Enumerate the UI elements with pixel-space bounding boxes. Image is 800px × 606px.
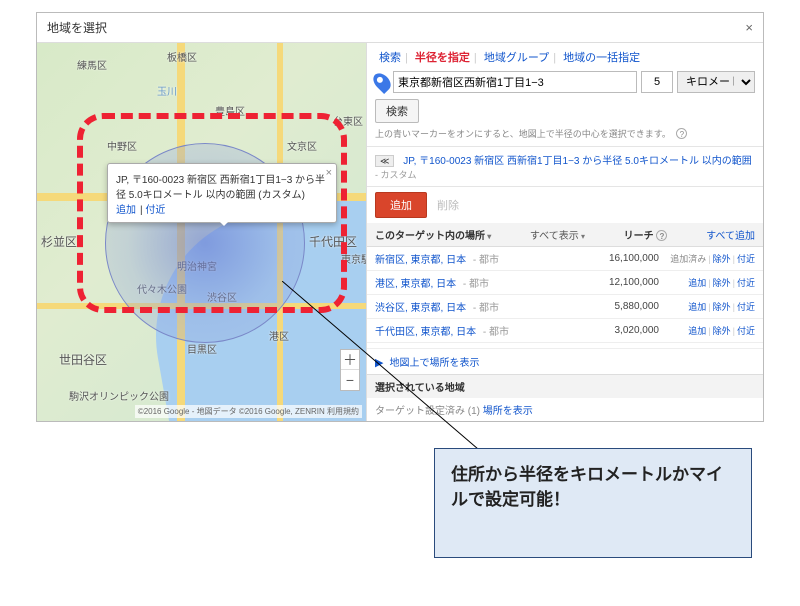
range-sub: - カスタム (375, 168, 755, 181)
row-ops: 追加済み|除外|付近 (659, 252, 755, 265)
row-exclude-link[interactable]: 除外 (713, 278, 731, 288)
selected-header: 選択されている地域 (367, 374, 763, 398)
bubble-close-icon[interactable]: × (326, 167, 332, 179)
row-add-link[interactable]: 追加 (688, 278, 706, 288)
map-attribution: ©2016 Google - 地図データ ©2016 Google, ZENRI… (135, 405, 362, 418)
bubble-nearby-link[interactable]: 付近 (145, 205, 165, 216)
reach-value: 3,020,000 (587, 325, 659, 336)
settings-pane: 検索| 半径を指定| 地域グループ| 地域の一括指定 キロメートル 検索 上の青… (367, 43, 763, 421)
tab-bulk[interactable]: 地域の一括指定 (563, 52, 640, 64)
row-add-link[interactable]: 追加 (688, 326, 706, 336)
row-ops: 追加|除外|付近 (659, 300, 755, 313)
help-icon[interactable]: ? (656, 230, 667, 241)
location-type: - 都市 (470, 303, 499, 314)
close-icon[interactable]: × (745, 20, 753, 35)
show-on-map-row: ▶ 地図上で場所を表示 (367, 348, 763, 374)
listhead-filter[interactable]: すべて表示 (530, 227, 585, 242)
location-list: 新宿区, 東京都, 日本 - 都市 16,100,000追加済み|除外|付近港区,… (367, 247, 763, 348)
triangle-icon: ▶ (375, 357, 383, 369)
reach-value: 12,100,000 (587, 277, 659, 288)
marker-hint: 上の青いマーカーをオンにすると、地図上で半径の中心を選択できます。 ? (367, 127, 763, 146)
map-info-bubble: × JP, 〒160-0023 新宿区 西新宿1丁目1−3 から半径 5.0キロ… (107, 163, 337, 223)
table-row: 千代田区, 東京都, 日本 - 都市 3,020,000追加|除外|付近 (367, 319, 763, 343)
location-name-link[interactable]: 千代田区, 東京都, 日本 (375, 327, 476, 338)
annotation-callout: 住所から半径をキロメートルかマイルで設定可能！ (434, 448, 752, 558)
unit-select[interactable]: キロメートル (677, 71, 755, 93)
added-label: 追加済み (670, 254, 706, 264)
row-add-link[interactable]: 追加 (688, 302, 706, 312)
tab-group[interactable]: 地域グループ (484, 52, 549, 64)
location-dialog: 地域を選択 × 板橋区 練馬区 豊島区 文京区 台東区 中野区 新宿区 杉並区 … (36, 12, 764, 422)
search-button[interactable]: 検索 (375, 99, 419, 123)
mode-tabs: 検索| 半径を指定| 地域グループ| 地域の一括指定 (367, 43, 763, 67)
row-nearby-link[interactable]: 付近 (737, 326, 755, 336)
location-type: - 都市 (480, 327, 509, 338)
address-input[interactable] (393, 71, 637, 93)
row-exclude-link[interactable]: 除外 (713, 254, 731, 264)
help-icon[interactable]: ? (676, 128, 687, 139)
table-row: 新宿区, 東京都, 日本 - 都市 16,100,000追加済み|除外|付近 (367, 247, 763, 271)
list-header: このターゲット内の場所 すべて表示 リーチ ? すべて追加 (367, 223, 763, 247)
row-nearby-link[interactable]: 付近 (737, 302, 755, 312)
zoom-in-button[interactable]: ＋ (341, 350, 359, 370)
dialog-titlebar: 地域を選択 × (37, 13, 763, 43)
selected-row: ターゲット設定済み (1) 場所を表示 (367, 398, 763, 421)
marker-icon[interactable] (370, 70, 394, 94)
table-row: 渋谷区, 東京都, 日本 - 都市 5,880,000追加|除外|付近 (367, 295, 763, 319)
location-name-link[interactable]: 新宿区, 東京都, 日本 (375, 255, 466, 266)
tab-radius[interactable]: 半径を指定 (415, 52, 470, 64)
tab-search[interactable]: 検索 (379, 52, 401, 64)
listhead-reach: リーチ (624, 231, 654, 242)
location-type: - 都市 (460, 279, 489, 290)
radius-input[interactable] (641, 71, 673, 93)
location-name-link[interactable]: 渋谷区, 東京都, 日本 (375, 303, 466, 314)
row-exclude-link[interactable]: 除外 (713, 326, 731, 336)
dialog-title: 地域を選択 (47, 19, 107, 36)
range-summary: ≪ JP, 〒160-0023 新宿区 西新宿1丁目1−3 から半径 5.0キロ… (367, 146, 763, 187)
bubble-text: JP, 〒160-0023 新宿区 西新宿1丁目1−3 から半径 5.0キロメー… (116, 171, 328, 201)
reach-value: 16,100,000 (587, 253, 659, 264)
back-button[interactable]: ≪ (375, 155, 394, 167)
location-name-link[interactable]: 港区, 東京都, 日本 (375, 279, 456, 290)
row-nearby-link[interactable]: 付近 (737, 254, 755, 264)
remove-button[interactable]: 削除 (437, 197, 459, 213)
row-exclude-link[interactable]: 除外 (713, 302, 731, 312)
row-nearby-link[interactable]: 付近 (737, 278, 755, 288)
table-row: 港区, 東京都, 日本 - 都市 12,100,000追加|除外|付近 (367, 271, 763, 295)
show-selected-link[interactable]: 場所を表示 (483, 406, 533, 417)
row-ops: 追加|除外|付近 (659, 276, 755, 289)
reach-value: 5,880,000 (587, 301, 659, 312)
map-pane[interactable]: 板橋区 練馬区 豊島区 文京区 台東区 中野区 新宿区 杉並区 千代田区 東京駅… (37, 43, 367, 421)
zoom-control: ＋ − (340, 349, 360, 391)
dialog-content: 板橋区 練馬区 豊島区 文京区 台東区 中野区 新宿区 杉並区 千代田区 東京駅… (37, 43, 763, 421)
bubble-add-link[interactable]: 追加 (116, 205, 136, 216)
zoom-out-button[interactable]: − (341, 370, 359, 390)
add-all-link[interactable]: すべて追加 (706, 227, 755, 242)
row-ops: 追加|除外|付近 (659, 324, 755, 337)
search-row: キロメートル (367, 67, 763, 97)
listhead-left[interactable]: このターゲット内の場所 (375, 227, 491, 242)
show-on-map-link[interactable]: 地図上で場所を表示 (390, 358, 480, 369)
location-type: - 都市 (470, 255, 499, 266)
range-link[interactable]: JP, 〒160-0023 新宿区 西新宿1丁目1−3 から半径 5.0キロメー… (403, 156, 752, 167)
add-button[interactable]: 追加 (375, 192, 427, 218)
